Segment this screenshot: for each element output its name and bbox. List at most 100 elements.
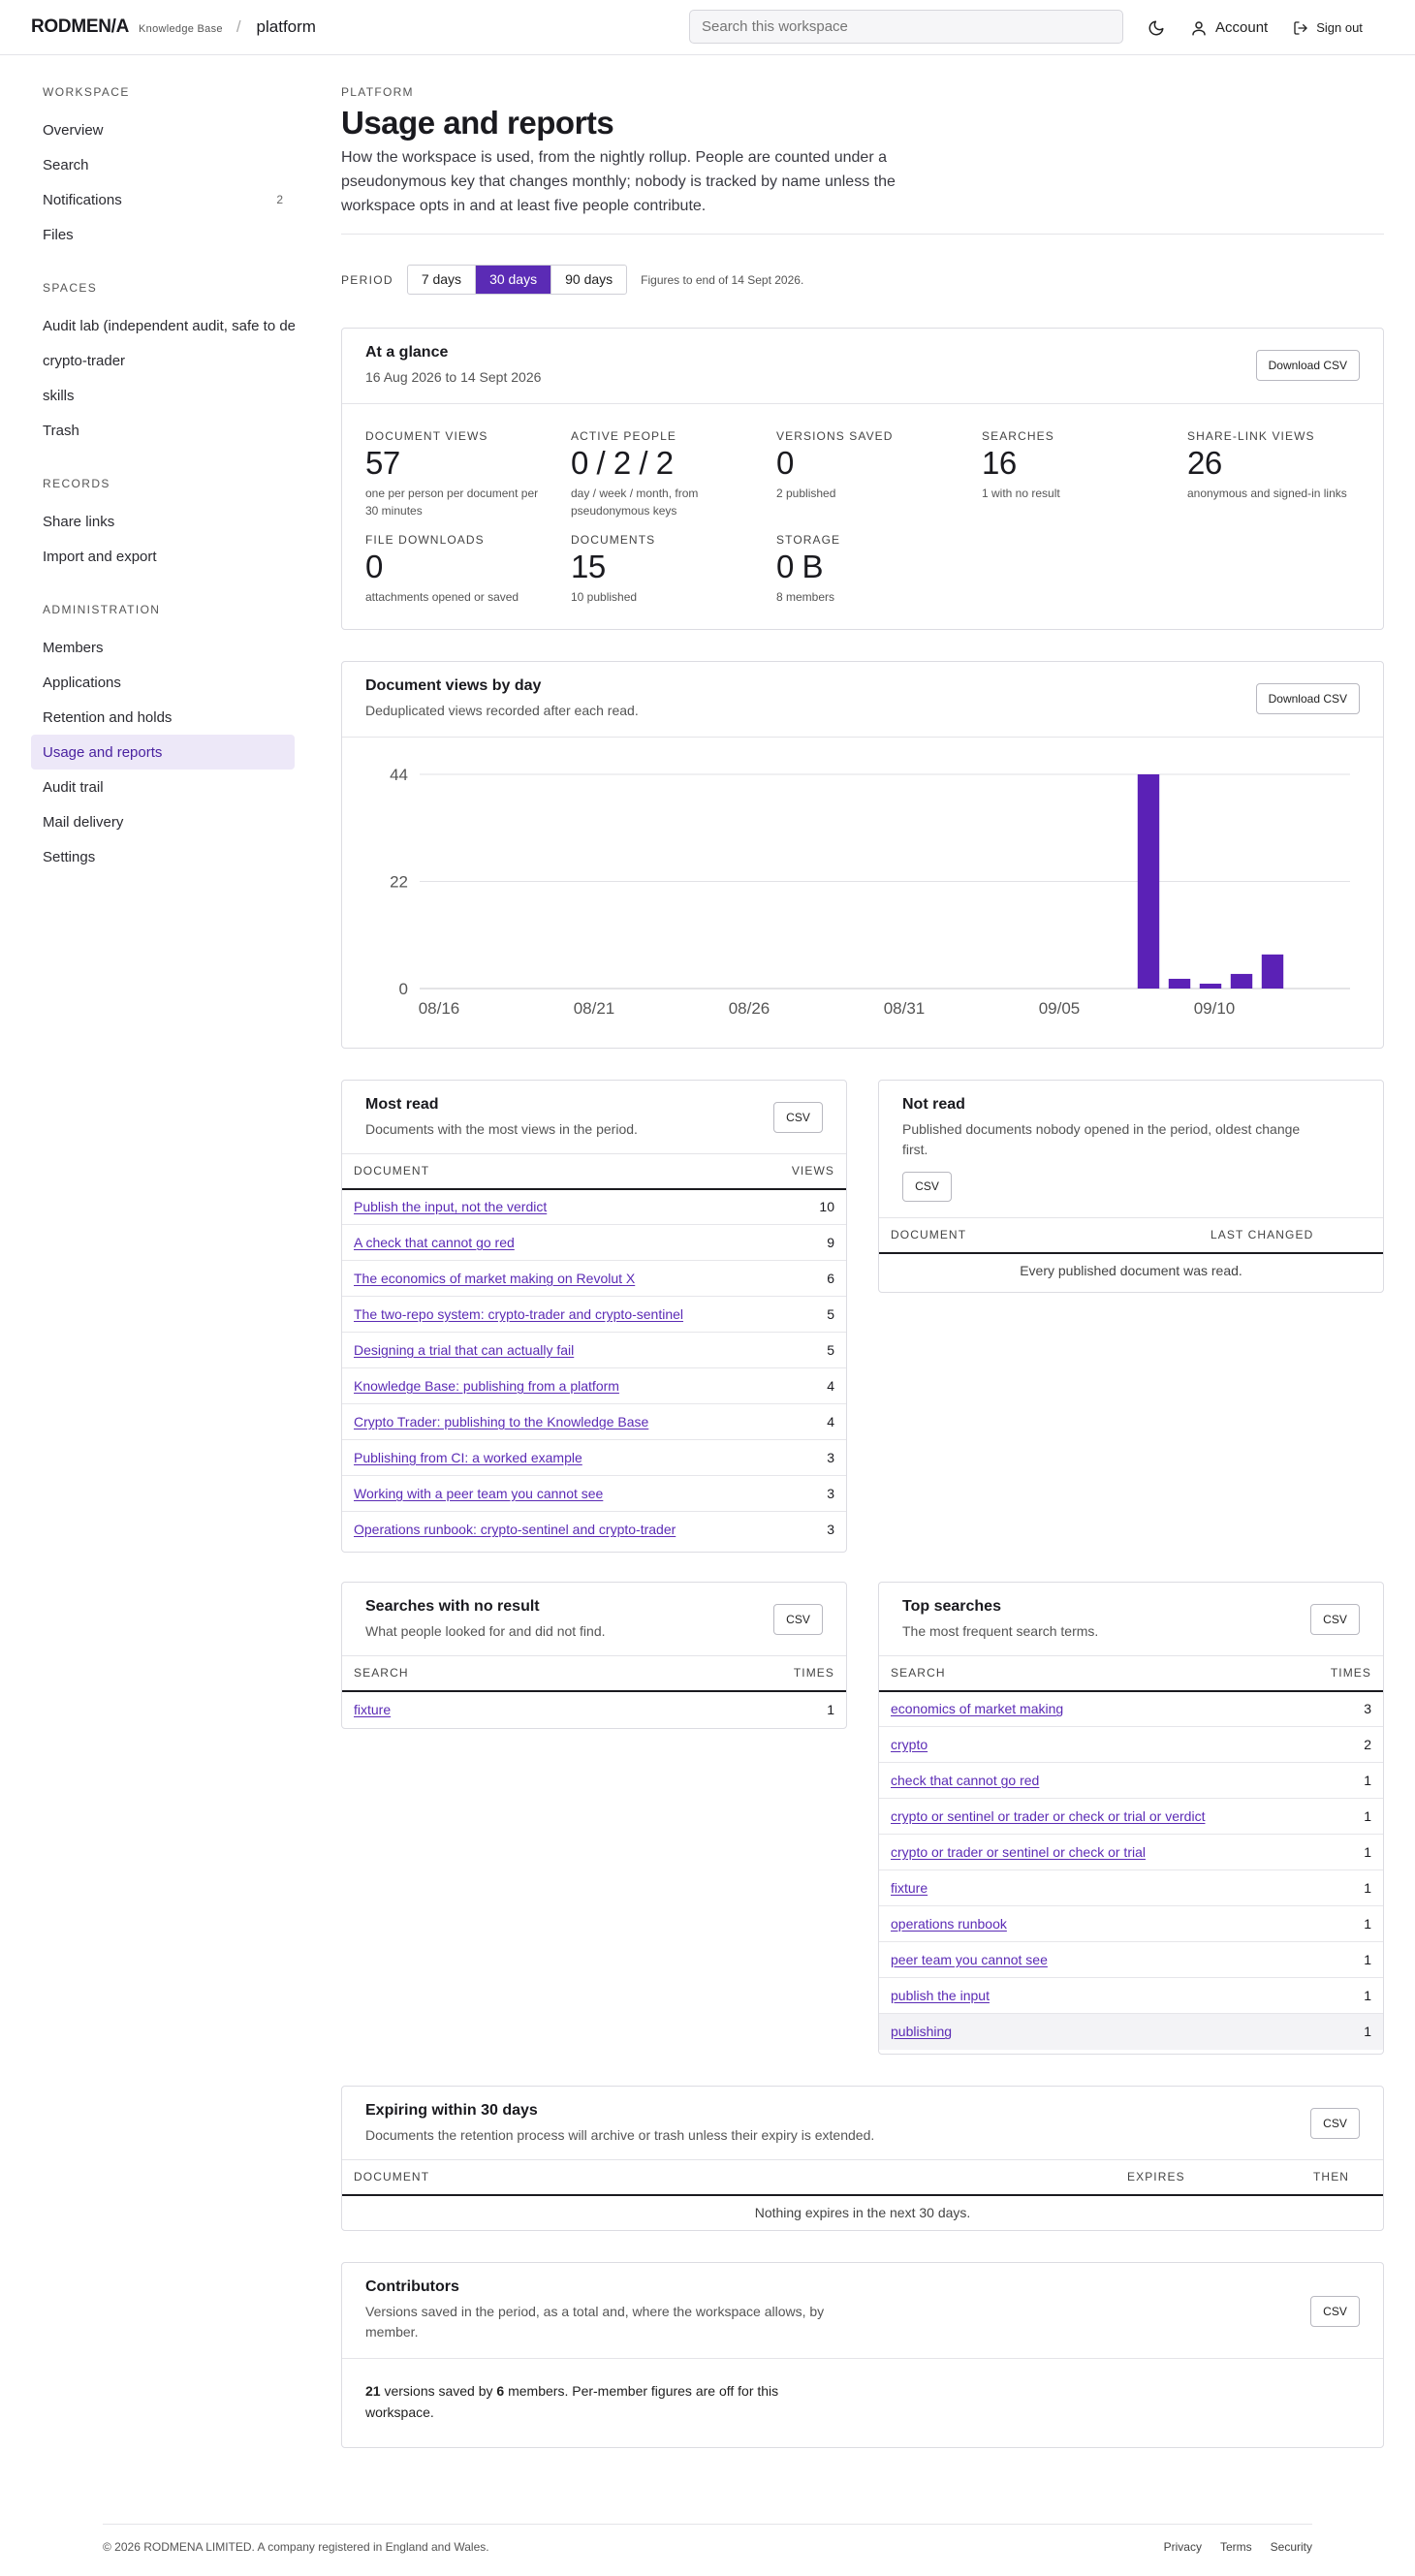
search-term-link[interactable]: publish the input	[891, 1988, 990, 2003]
sidebar-item-mail-delivery[interactable]: Mail delivery	[31, 804, 295, 839]
times-count: 1	[1303, 2013, 1383, 2050]
theme-toggle-button[interactable]	[1148, 19, 1165, 37]
search-term-link[interactable]: crypto or sentinel or trader or check or…	[891, 1808, 1205, 1824]
csv-button[interactable]: CSV	[1310, 2108, 1360, 2139]
document-link[interactable]: Designing a trial that can actually fail	[354, 1342, 574, 1358]
period-option-30-days[interactable]: 30 days	[476, 266, 552, 294]
contributors-summary: 21 versions saved by 6 members. Per-memb…	[342, 2359, 807, 2444]
table-header-row: DOCUMENT VIEWS	[342, 1153, 846, 1190]
search-term-link[interactable]: crypto or trader or sentinel or check or…	[891, 1844, 1146, 1860]
column-header-search: SEARCH	[342, 1655, 619, 1692]
breadcrumb-workspace[interactable]: platform	[257, 17, 316, 37]
search-term-link[interactable]: economics of market making	[891, 1701, 1063, 1716]
table-row: Designing a trial that can actually fail…	[342, 1332, 846, 1368]
csv-button[interactable]: CSV	[773, 1604, 823, 1635]
period-option-90-days[interactable]: 90 days	[551, 266, 626, 294]
account-button[interactable]: Account	[1190, 19, 1268, 37]
at-a-glance-card: At a glance 16 Aug 2026 to 14 Sept 2026 …	[341, 328, 1384, 630]
table-row: Operations runbook: crypto-sentinel and …	[342, 1512, 846, 1548]
document-link[interactable]: A check that cannot go red	[354, 1235, 515, 1250]
metric-note: attachments opened or saved	[365, 590, 519, 604]
column-header-document: DOCUMENT	[342, 1153, 767, 1190]
download-csv-button[interactable]: Download CSV	[1255, 683, 1360, 714]
card-title: Contributors	[365, 2278, 459, 2295]
document-link[interactable]: The economics of market making on Revolu…	[354, 1271, 635, 1286]
card-title: Top searches	[902, 1598, 1001, 1615]
document-link[interactable]: Working with a peer team you cannot see	[354, 1486, 603, 1501]
footer-link-terms[interactable]: Terms	[1220, 2540, 1252, 2554]
table-row: Knowledge Base: publishing from a platfo…	[342, 1367, 846, 1404]
sign-out-button[interactable]: Sign out	[1293, 20, 1363, 36]
sidebar-item-trash[interactable]: Trash	[31, 413, 295, 448]
search-term-link[interactable]: publishing	[891, 2024, 952, 2039]
csv-button[interactable]: CSV	[902, 1172, 952, 1202]
table-row: Crypto Trader: publishing to the Knowled…	[342, 1403, 846, 1440]
sidebar-item-audit-lab[interactable]: Audit lab (independent audit, safe to de	[31, 308, 295, 343]
metric-label: FILE DOWNLOADS	[365, 533, 485, 547]
sidebar-section-spaces: SPACES Audit lab (independent audit, saf…	[31, 281, 295, 448]
document-link[interactable]: Operations runbook: crypto-sentinel and …	[354, 1522, 676, 1537]
sidebar: WORKSPACE Overview Search Notifications 2…	[31, 85, 295, 903]
empty-message: Nothing expires in the next 30 days.	[754, 2205, 971, 2220]
sidebar-item-skills[interactable]: skills	[31, 378, 295, 413]
footer-link-privacy[interactable]: Privacy	[1164, 2540, 1202, 2554]
period-option-7-days[interactable]: 7 days	[408, 266, 477, 294]
search-term-link[interactable]: fixture	[891, 1880, 928, 1896]
download-csv-button[interactable]: Download CSV	[1255, 350, 1360, 381]
search-term-link[interactable]: peer team you cannot see	[891, 1952, 1048, 1967]
metric-label: ACTIVE PEOPLE	[571, 429, 676, 443]
column-header-expires: EXPIRES	[1116, 2159, 1302, 2196]
bar-09-08	[1137, 774, 1160, 989]
document-link[interactable]: Publish the input, not the verdict	[354, 1199, 547, 1214]
footer-link-security[interactable]: Security	[1271, 2540, 1312, 2554]
card-subtitle: The most frequent search terms.	[902, 1623, 1099, 1639]
sidebar-item-import-export[interactable]: Import and export	[31, 539, 295, 574]
sidebar-item-files[interactable]: Files	[31, 217, 295, 252]
no-result-table: SEARCH TIMES fixture 1	[342, 1655, 846, 1727]
top-bar-actions: Account Sign out	[1148, 0, 1363, 55]
sidebar-item-label: Audit lab (independent audit, safe to de	[43, 317, 295, 334]
brand[interactable]: RODMEN/A Knowledge Base / platform	[31, 16, 316, 38]
sidebar-item-overview[interactable]: Overview	[31, 112, 295, 147]
csv-button[interactable]: CSV	[1310, 1604, 1360, 1635]
card-header: Expiring within 30 days Documents the re…	[342, 2087, 1383, 2159]
period-segmented-control: 7 days 30 days 90 days	[406, 265, 628, 295]
times-count: 1	[827, 1701, 834, 1717]
sidebar-item-share-links[interactable]: Share links	[31, 504, 295, 539]
table-row-empty: Nothing expires in the next 30 days.	[342, 2195, 1383, 2230]
logo[interactable]: RODMEN/A	[31, 16, 129, 38]
search-term-link[interactable]: check that cannot go red	[891, 1773, 1039, 1788]
document-link[interactable]: Knowledge Base: publishing from a platfo…	[354, 1378, 619, 1394]
document-link[interactable]: Crypto Trader: publishing to the Knowled…	[354, 1414, 648, 1429]
document-link[interactable]: The two-repo system: crypto-trader and c…	[354, 1306, 683, 1322]
csv-button[interactable]: CSV	[773, 1102, 823, 1133]
document-link[interactable]: Publishing from CI: a worked example	[354, 1450, 582, 1465]
sidebar-item-settings[interactable]: Settings	[31, 839, 295, 874]
sidebar-item-notifications[interactable]: Notifications 2	[31, 182, 295, 217]
search-input[interactable]	[689, 10, 1123, 44]
metric-file-downloads: FILE DOWNLOADS 0 attachments opened or sav…	[365, 533, 571, 606]
sidebar-item-applications[interactable]: Applications	[31, 665, 295, 700]
metric-value: 0 / 2 / 2	[571, 445, 674, 481]
sidebar-item-crypto-trader[interactable]: crypto-trader	[31, 343, 295, 378]
views-count: 10	[766, 1188, 846, 1225]
sidebar-item-members[interactable]: Members	[31, 630, 295, 665]
divider	[341, 234, 1384, 235]
csv-button[interactable]: CSV	[1310, 2296, 1360, 2327]
sidebar-item-search[interactable]: Search	[31, 147, 295, 182]
main-content: PLATFORM Usage and reports How the works…	[341, 85, 1384, 295]
sidebar-item-usage-reports[interactable]: Usage and reports	[31, 735, 295, 770]
sidebar-item-retention[interactable]: Retention and holds	[31, 700, 295, 735]
search-term-link[interactable]: crypto	[891, 1737, 928, 1752]
sidebar-item-label: Files	[43, 226, 74, 243]
sidebar-item-label: Trash	[43, 422, 79, 439]
views-count: 6	[766, 1260, 846, 1297]
bar-09-12	[1261, 954, 1284, 989]
times-count: 2	[1303, 1726, 1383, 1763]
moon-icon	[1148, 20, 1164, 35]
search-term-link[interactable]: operations runbook	[891, 1916, 1007, 1932]
search-term-link[interactable]: fixture	[354, 1702, 391, 1717]
sidebar-item-label: Applications	[43, 674, 121, 691]
sidebar-item-audit-trail[interactable]: Audit trail	[31, 770, 295, 804]
metric-note: one per person per document per 30 minut…	[365, 487, 539, 518]
